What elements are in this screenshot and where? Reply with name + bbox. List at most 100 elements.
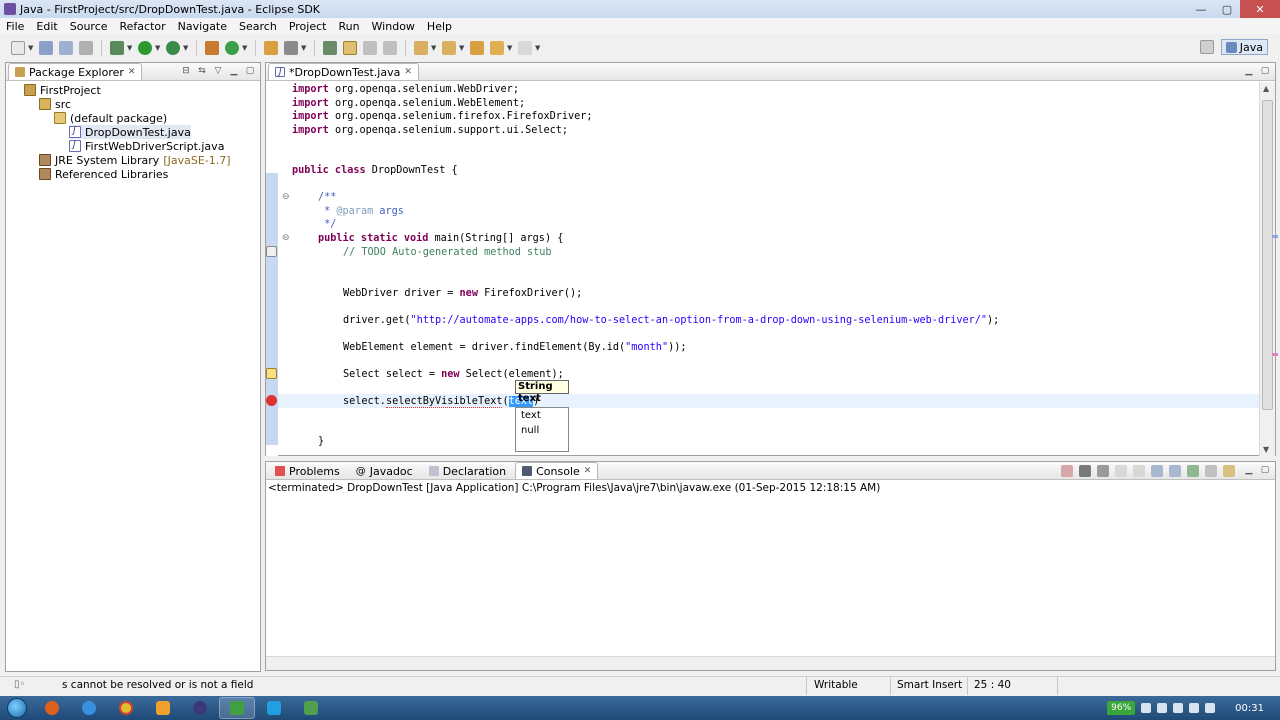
maximize-view-icon[interactable]: ▢ xyxy=(1259,464,1271,476)
maximize-view-icon[interactable]: ▢ xyxy=(244,65,256,77)
show-on-output-icon[interactable] xyxy=(1151,465,1163,477)
taskbar-recorder[interactable] xyxy=(293,697,329,719)
open-perspective-icon[interactable] xyxy=(1199,40,1214,54)
taskbar-skype[interactable] xyxy=(256,697,292,719)
pin-console-icon[interactable] xyxy=(1187,465,1199,477)
scroll-lock-icon[interactable] xyxy=(1133,465,1145,477)
battery-indicator[interactable]: 96% xyxy=(1107,701,1136,715)
taskbar-media[interactable] xyxy=(145,697,181,719)
tree-item-jre-library[interactable]: JRE System Library [JavaSE-1.7] xyxy=(39,153,231,167)
taskbar-ie[interactable] xyxy=(71,697,107,719)
volume-icon[interactable] xyxy=(1189,703,1200,713)
java-perspective-button[interactable]: Java xyxy=(1220,39,1268,55)
close-icon[interactable]: ✕ xyxy=(404,67,412,77)
scroll-down-arrow[interactable]: ▼ xyxy=(1263,445,1269,454)
menu-edit[interactable]: Edit xyxy=(30,20,63,33)
search-icon[interactable] xyxy=(284,41,298,55)
save-all-icon[interactable] xyxy=(59,41,73,55)
collapse-all-icon[interactable]: ⊟ xyxy=(180,65,192,77)
tab-package-explorer[interactable]: Package Explorer ✕ xyxy=(8,63,143,80)
clock[interactable]: 00:31 xyxy=(1235,703,1264,714)
run-icon[interactable] xyxy=(138,41,152,55)
menu-source[interactable]: Source xyxy=(64,20,114,33)
new-icon[interactable] xyxy=(11,41,25,55)
minimize-view-icon[interactable]: ▁ xyxy=(1243,65,1255,77)
menu-window[interactable]: Window xyxy=(366,20,421,33)
tree-item-default-package[interactable]: (default package) xyxy=(54,111,167,125)
warning-marker-icon[interactable] xyxy=(266,368,277,379)
remove-all-icon[interactable] xyxy=(1097,465,1109,477)
close-icon[interactable]: ✕ xyxy=(584,466,592,476)
external-tools-icon[interactable] xyxy=(166,41,180,55)
assist-option-text[interactable]: text xyxy=(518,409,566,423)
power-icon[interactable] xyxy=(1205,703,1216,713)
start-button[interactable] xyxy=(0,696,34,720)
menu-search[interactable]: Search xyxy=(233,20,283,33)
remove-launch-icon[interactable] xyxy=(1079,465,1091,477)
network-icon[interactable] xyxy=(1173,703,1184,713)
toggle-highlight-icon[interactable] xyxy=(343,41,357,55)
scroll-up-arrow[interactable]: ▲ xyxy=(1263,84,1269,93)
code-area[interactable]: import org.openqa.selenium.WebDriver; im… xyxy=(292,83,1252,455)
tray-icon[interactable] xyxy=(1141,703,1152,713)
flag-icon[interactable] xyxy=(1157,703,1168,713)
tree-item-src[interactable]: src xyxy=(39,97,71,111)
close-icon[interactable]: ✕ xyxy=(128,67,136,77)
toggle-mark-icon[interactable] xyxy=(323,41,337,55)
view-menu-icon[interactable]: ▽ xyxy=(212,65,224,77)
scrollbar-thumb[interactable] xyxy=(1262,100,1273,410)
minimize-view-icon[interactable]: ▁ xyxy=(1243,464,1255,476)
taskbar-camtasia[interactable] xyxy=(219,697,255,719)
open-type-icon[interactable] xyxy=(264,41,278,55)
menu-navigate[interactable]: Navigate xyxy=(172,20,233,33)
task-marker-icon[interactable] xyxy=(266,246,277,257)
next-annotation-icon[interactable] xyxy=(414,41,428,55)
minimize-button[interactable]: — xyxy=(1188,0,1214,18)
tab-dropdowntest-java[interactable]: *DropDownTest.java ✕ xyxy=(268,63,419,80)
fold-toggle-icon[interactable]: ⊖ xyxy=(282,233,290,243)
overview-mark[interactable] xyxy=(1272,235,1278,238)
tab-problems[interactable]: Problems xyxy=(268,462,347,479)
console-hscrollbar[interactable] xyxy=(266,656,1275,670)
tab-declaration[interactable]: Declaration xyxy=(422,462,513,479)
forward-icon[interactable] xyxy=(518,41,532,55)
new-java-project-icon[interactable] xyxy=(205,41,219,55)
clear-console-icon[interactable] xyxy=(1115,465,1127,477)
taskbar-firefox[interactable] xyxy=(34,697,70,719)
open-console-icon[interactable] xyxy=(1223,465,1235,477)
link-editor-icon[interactable]: ⇆ xyxy=(196,65,208,77)
show-whitespace-icon[interactable] xyxy=(383,41,397,55)
tab-javadoc[interactable]: @ Javadoc xyxy=(349,462,420,479)
fold-toggle-icon[interactable]: ⊖ xyxy=(282,192,290,202)
save-icon[interactable] xyxy=(39,41,53,55)
error-marker-icon[interactable] xyxy=(266,395,277,406)
overview-mark[interactable] xyxy=(1272,353,1278,356)
block-select-icon[interactable] xyxy=(363,41,377,55)
tree-item-project[interactable]: FirstProject xyxy=(24,83,101,97)
display-console-icon[interactable] xyxy=(1205,465,1217,477)
debug-icon[interactable] xyxy=(110,41,124,55)
menu-run[interactable]: Run xyxy=(332,20,365,33)
editor-scrollbar[interactable]: ▲ ▼ xyxy=(1259,82,1278,456)
menu-refactor[interactable]: Refactor xyxy=(114,20,172,33)
close-button[interactable]: ✕ xyxy=(1240,0,1280,18)
menu-help[interactable]: Help xyxy=(421,20,458,33)
taskbar-chrome[interactable] xyxy=(108,697,144,719)
taskbar-eclipse[interactable] xyxy=(182,697,218,719)
maximize-view-icon[interactable]: ▢ xyxy=(1259,65,1271,77)
print-icon[interactable] xyxy=(79,41,93,55)
tree-item-referenced-libraries[interactable]: Referenced Libraries xyxy=(39,167,168,181)
new-class-icon[interactable] xyxy=(225,41,239,55)
tab-console[interactable]: Console ✕ xyxy=(515,462,599,479)
minimize-view-icon[interactable]: ▁ xyxy=(228,65,240,77)
menu-project[interactable]: Project xyxy=(283,20,333,33)
terminate-icon[interactable] xyxy=(1061,465,1073,477)
prev-annotation-icon[interactable] xyxy=(442,41,456,55)
show-on-error-icon[interactable] xyxy=(1169,465,1181,477)
tree-item-firstwebdriverscript[interactable]: FirstWebDriverScript.java xyxy=(69,139,224,153)
last-edit-icon[interactable] xyxy=(470,41,484,55)
back-icon[interactable] xyxy=(490,41,504,55)
status-insert-mode[interactable]: Smart Insert xyxy=(897,679,962,691)
assist-option-null[interactable]: null xyxy=(518,424,566,438)
maximize-button[interactable]: ▢ xyxy=(1214,0,1240,18)
